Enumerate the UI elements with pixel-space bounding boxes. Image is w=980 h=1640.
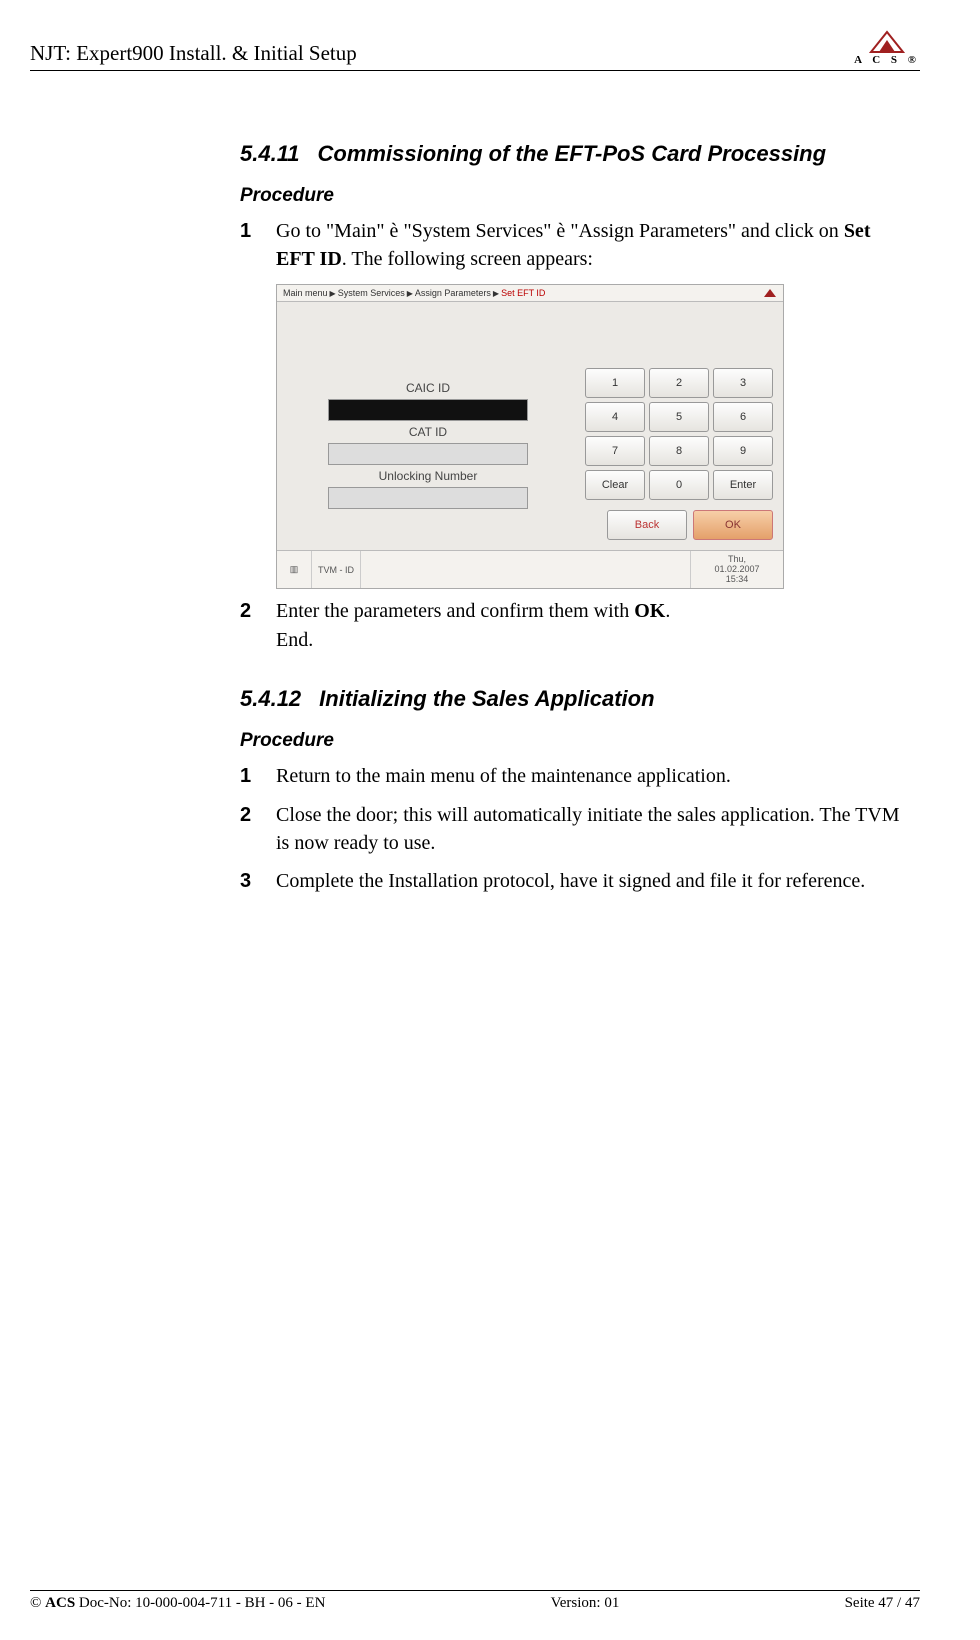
cat-id-field[interactable]: [328, 443, 528, 465]
key-1[interactable]: 1: [585, 368, 645, 398]
key-4[interactable]: 4: [585, 402, 645, 432]
step-number: 2: [240, 597, 276, 654]
page-header: NJT: Expert900 Install. & Initial Setup …: [30, 30, 920, 71]
step-number: 1: [240, 762, 276, 790]
key-clear[interactable]: Clear: [585, 470, 645, 500]
footer-version: Version: 01: [551, 1595, 620, 1612]
key-9[interactable]: 9: [713, 436, 773, 466]
step-number: 2: [240, 801, 276, 858]
key-0[interactable]: 0: [649, 470, 709, 500]
step-2-2: 2 Close the door; this will automaticall…: [240, 801, 910, 858]
key-5[interactable]: 5: [649, 402, 709, 432]
header-title: NJT: Expert900 Install. & Initial Setup: [30, 41, 357, 66]
page-footer: © ACS Doc-No: 10-000-004-711 - BH - 06 -…: [30, 1590, 920, 1612]
key-3[interactable]: 3: [713, 368, 773, 398]
logo-text: A C S ®: [854, 54, 920, 66]
step-2-3: 3 Complete the Installation protocol, ha…: [240, 867, 910, 895]
unlocking-number-field[interactable]: [328, 487, 528, 509]
footer-page: Seite 47 / 47: [845, 1595, 920, 1612]
cat-id-label: CAT ID: [409, 425, 447, 439]
section-title: Commissioning of the EFT-PoS Card Proces…: [318, 141, 827, 166]
status-datetime: Thu, 01.02.2007 15:34: [691, 551, 783, 589]
ok-button[interactable]: OK: [693, 510, 773, 540]
key-8[interactable]: 8: [649, 436, 709, 466]
screenshot-status-bar: ▥ TVM - ID Thu, 01.02.2007 15:34: [277, 550, 783, 589]
caic-id-field[interactable]: [328, 399, 528, 421]
step-body: Close the door; this will automatically …: [276, 801, 910, 858]
breadcrumb: Main menu▶System Services▶Assign Paramet…: [283, 288, 545, 298]
procedure-label-2: Procedure: [240, 730, 910, 752]
unlocking-number-label: Unlocking Number: [379, 469, 478, 483]
section-number: 5.4.11: [240, 141, 300, 167]
step-number: 1: [240, 217, 276, 274]
section-5-4-12-heading: 5.4.12 Initializing the Sales Application: [240, 686, 910, 712]
caic-id-label: CAIC ID: [406, 381, 450, 395]
logo: A C S ®: [854, 30, 920, 66]
step-1-2: 2 Enter the parameters and confirm them …: [240, 597, 910, 654]
embedded-screenshot: Main menu▶System Services▶Assign Paramet…: [276, 284, 784, 590]
key-6[interactable]: 6: [713, 402, 773, 432]
step-2-1: 1 Return to the main menu of the mainten…: [240, 762, 910, 790]
footer-left: © ACS Doc-No: 10-000-004-711 - BH - 06 -…: [30, 1595, 325, 1612]
tvm-id-label: TVM - ID: [312, 551, 361, 589]
keypad: 1 2 3 4 5 6 7 8 9 Clear 0 Enter: [585, 368, 773, 500]
section-5-4-11-heading: 5.4.11 Commissioning of the EFT-PoS Card …: [240, 141, 910, 167]
step-1-1: 1 Go to "Main" è "System Services" è "As…: [240, 217, 910, 274]
screenshot-breadcrumb-bar: Main menu▶System Services▶Assign Paramet…: [277, 285, 783, 302]
logo-icon: [867, 30, 907, 54]
key-enter[interactable]: Enter: [713, 470, 773, 500]
back-button[interactable]: Back: [607, 510, 687, 540]
section-title: Initializing the Sales Application: [319, 686, 654, 711]
step-body: Complete the Installation protocol, have…: [276, 867, 910, 895]
logo-icon-small: [763, 288, 777, 298]
section-number: 5.4.12: [240, 686, 301, 712]
key-7[interactable]: 7: [585, 436, 645, 466]
step-body: Enter the parameters and confirm them wi…: [276, 597, 910, 654]
step-body: Go to "Main" è "System Services" è "Assi…: [276, 217, 910, 274]
status-icon: ▥: [277, 551, 312, 589]
step-body: Return to the main menu of the maintenan…: [276, 762, 910, 790]
step-number: 3: [240, 867, 276, 895]
key-2[interactable]: 2: [649, 368, 709, 398]
procedure-label-1: Procedure: [240, 185, 910, 207]
